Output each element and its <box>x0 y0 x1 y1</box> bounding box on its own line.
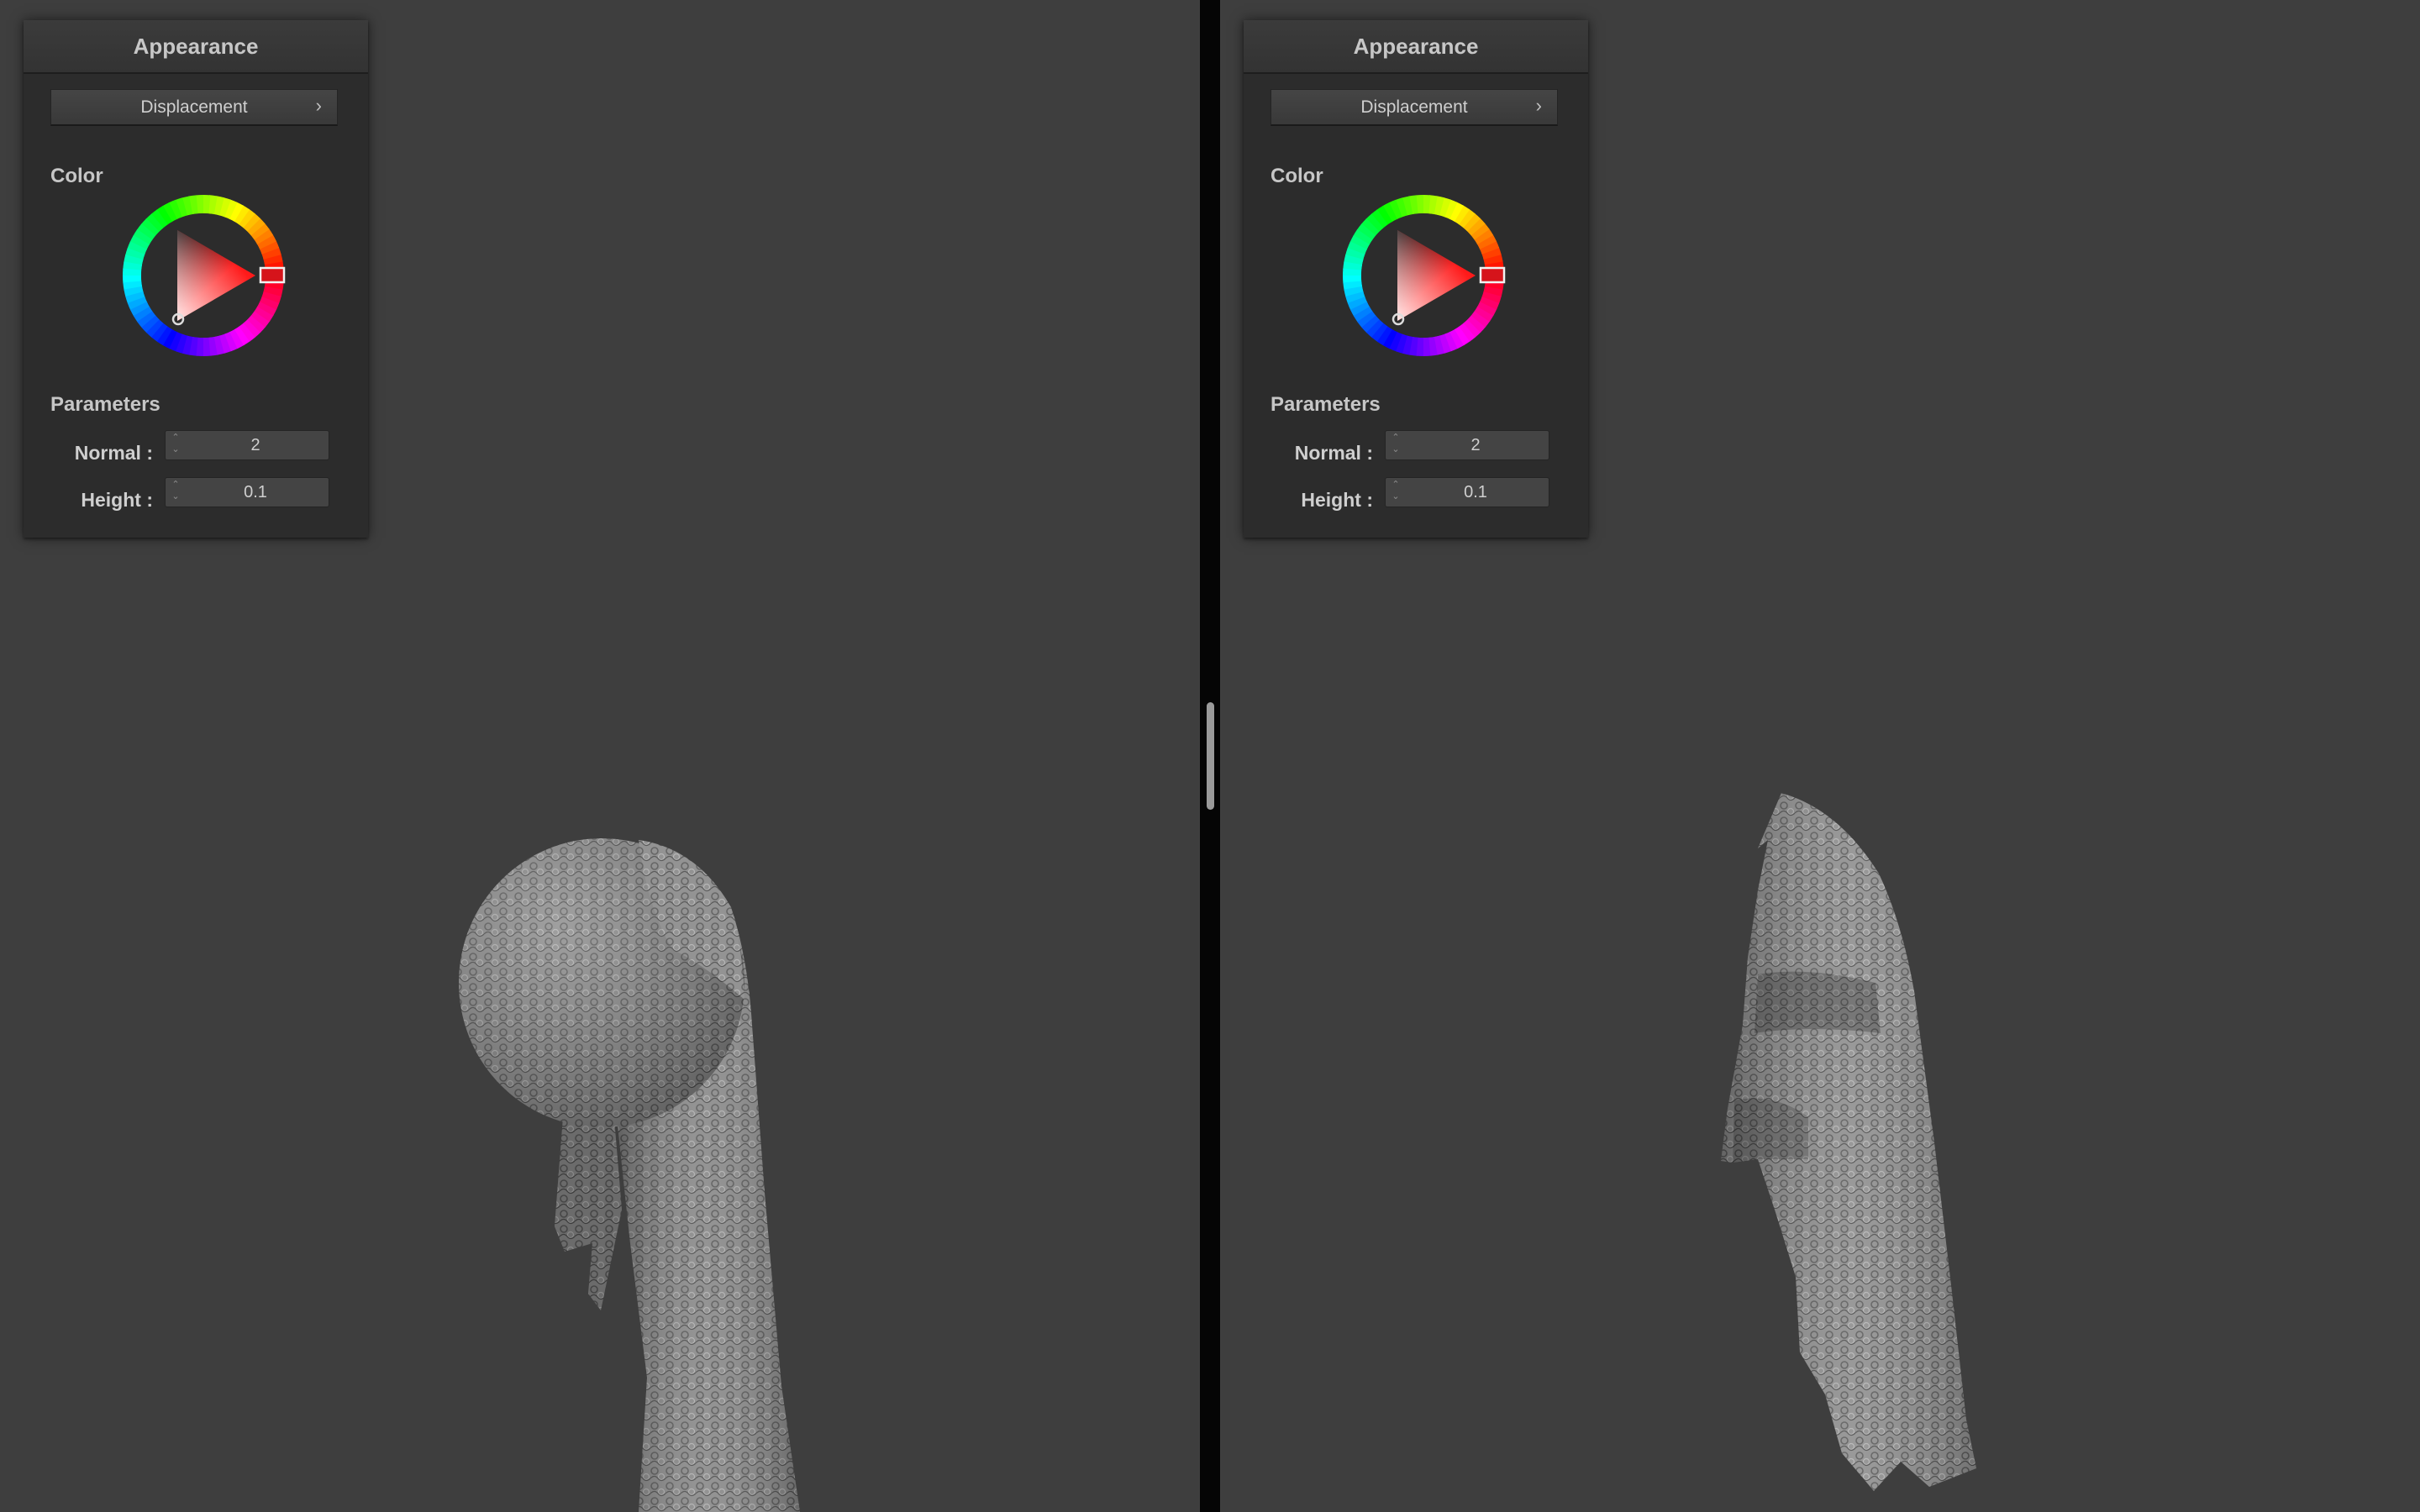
height-value[interactable]: 0.1 <box>182 478 329 507</box>
normal-value[interactable]: 2 <box>182 431 329 459</box>
divider-drag-handle[interactable] <box>1207 702 1214 810</box>
panel-title[interactable]: Appearance <box>24 20 368 74</box>
displacement-dropdown[interactable]: Displacement › <box>50 89 338 126</box>
normal-label: Normal : <box>74 442 153 464</box>
up-down-arrows-icon[interactable]: ⌃ ⌄ <box>169 432 182 459</box>
height-spinbox[interactable]: ⌃ ⌄ 0.1 <box>165 477 329 507</box>
hue-handle[interactable] <box>259 266 286 284</box>
viewport-right[interactable]: Appearance Displacement › Color Paramete… <box>1220 0 2420 1512</box>
normal-spinbox[interactable]: ⌃ ⌄ 2 <box>165 430 329 460</box>
height-value[interactable]: 0.1 <box>1402 478 1549 507</box>
up-down-arrows-icon[interactable]: ⌃ ⌄ <box>1389 479 1402 506</box>
split-view: Appearance Displacement › Color Paramete… <box>0 0 2420 1512</box>
height-spinbox[interactable]: ⌃ ⌄ 0.1 <box>1385 477 1549 507</box>
color-wheel[interactable] <box>1339 192 1507 360</box>
color-section-label: Color <box>50 165 103 187</box>
chevron-right-icon: › <box>1535 95 1542 116</box>
up-down-arrows-icon[interactable]: ⌃ ⌄ <box>1389 432 1402 459</box>
chevron-right-icon: › <box>315 95 322 116</box>
hue-handle[interactable] <box>1479 266 1506 284</box>
normal-label: Normal : <box>1294 442 1373 464</box>
color-section-label: Color <box>1270 165 1323 187</box>
parameters-section-label: Parameters <box>1270 393 1381 416</box>
dropdown-label: Displacement <box>1360 97 1468 117</box>
appearance-panel: Appearance Displacement › Color Paramete… <box>24 20 368 538</box>
normal-spinbox[interactable]: ⌃ ⌄ 2 <box>1385 430 1549 460</box>
dropdown-label: Displacement <box>140 97 248 117</box>
height-label: Height : <box>1301 489 1373 511</box>
up-down-arrows-icon[interactable]: ⌃ ⌄ <box>169 479 182 506</box>
color-wheel[interactable] <box>119 192 287 360</box>
height-label: Height : <box>81 489 153 511</box>
appearance-panel: Appearance Displacement › Color Paramete… <box>1244 20 1588 538</box>
normal-value[interactable]: 2 <box>1402 431 1549 459</box>
displacement-dropdown[interactable]: Displacement › <box>1270 89 1558 126</box>
panel-title[interactable]: Appearance <box>1244 20 1588 74</box>
parameters-section-label: Parameters <box>50 393 160 416</box>
viewport-left[interactable]: Appearance Displacement › Color Paramete… <box>0 0 1200 1512</box>
